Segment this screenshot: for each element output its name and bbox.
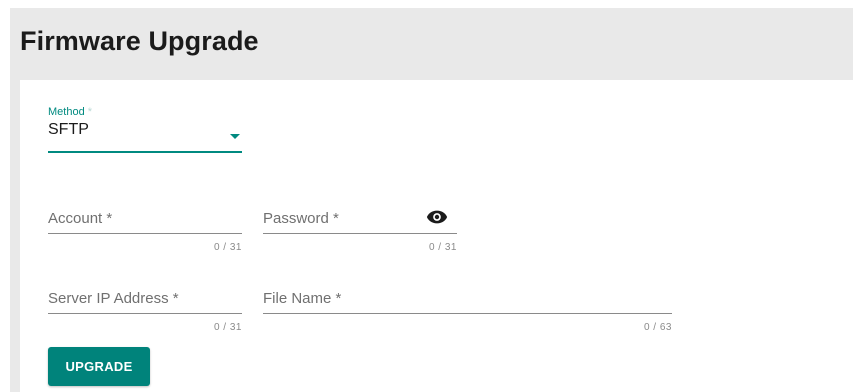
server-ip-underline — [48, 313, 242, 314]
password-underline — [263, 233, 457, 234]
form-card: Method * SFTP Account * 0 / 31 Password … — [20, 80, 853, 392]
password-field[interactable]: Password * 0 / 31 — [263, 198, 457, 258]
account-field[interactable]: Account * 0 / 31 — [48, 198, 242, 258]
account-underline — [48, 233, 242, 234]
method-value[interactable]: SFTP — [48, 121, 89, 139]
method-underline — [48, 151, 242, 153]
dropdown-arrow-icon[interactable] — [230, 134, 240, 139]
server-ip-field[interactable]: Server IP Address * 0 / 31 — [48, 278, 242, 338]
server-ip-counter: 0 / 31 — [213, 322, 242, 333]
file-name-counter: 0 / 63 — [643, 322, 672, 333]
password-label: Password * — [263, 210, 339, 227]
eye-icon[interactable] — [426, 209, 448, 225]
account-counter: 0 / 31 — [213, 242, 242, 253]
password-counter: 0 / 31 — [428, 242, 457, 253]
file-name-field[interactable]: File Name * 0 / 63 — [263, 278, 672, 338]
upgrade-button[interactable]: UPGRADE — [48, 347, 150, 386]
page-frame: Firmware Upgrade Method * SFTP Account *… — [10, 8, 853, 392]
file-name-underline — [263, 313, 672, 314]
method-label: Method * — [48, 106, 93, 118]
page-title: Firmware Upgrade — [20, 26, 259, 56]
server-ip-label: Server IP Address * — [48, 290, 179, 307]
account-label: Account * — [48, 210, 113, 227]
file-name-label: File Name * — [263, 290, 342, 307]
